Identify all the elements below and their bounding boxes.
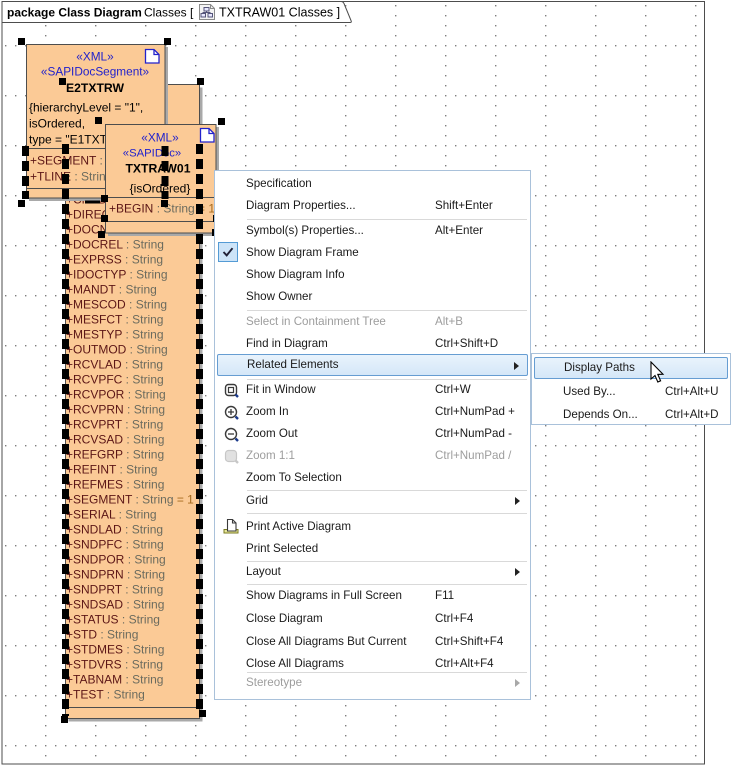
svg-text:+DOCREL : String: +DOCREL : String: [66, 237, 164, 251]
svg-text:«XML»: «XML»: [141, 131, 179, 145]
svg-text:+SNDLAD : String: +SNDLAD : String: [66, 522, 163, 536]
svg-text:«XML»: «XML»: [76, 50, 114, 64]
svg-text:+STATUS : String: +STATUS : String: [66, 612, 160, 626]
svg-text:+REFMES : String: +REFMES : String: [66, 477, 164, 491]
svg-text:+MESCOD : String: +MESCOD : String: [66, 297, 167, 311]
svg-text:+RCVSAD : String: +RCVSAD : String: [66, 432, 164, 446]
svg-text:isOrdered,: isOrdered,: [29, 117, 85, 131]
svg-text:+OUTMOD : String: +OUTMOD : String: [66, 342, 168, 356]
svg-text:+RCVLAD : String: +RCVLAD : String: [66, 357, 163, 371]
svg-text:package Class Diagram: package Class Diagram: [7, 6, 142, 20]
svg-text:+SNDPFC : String: +SNDPFC : String: [66, 537, 164, 551]
svg-text:+STDVRS : String: +STDVRS : String: [66, 657, 163, 671]
svg-text:+MESTYP : String: +MESTYP : String: [66, 327, 164, 341]
svg-text:+SERIAL : String: +SERIAL : String: [66, 507, 157, 521]
svg-text:+STD : String: +STD : String: [66, 627, 138, 641]
svg-text:+SNDPOR : String: +SNDPOR : String: [66, 552, 166, 566]
svg-text:E2TXTRW: E2TXTRW: [66, 81, 125, 95]
svg-text:+SNDSAD : String: +SNDSAD : String: [66, 597, 164, 611]
svg-text:TXTRAW01: TXTRAW01: [125, 162, 190, 176]
svg-text:+TEST : String: +TEST : String: [66, 687, 145, 701]
svg-text:{hierarchyLevel = "1",: {hierarchyLevel = "1",: [29, 101, 143, 115]
svg-text:+REFINT : String: +REFINT : String: [66, 462, 157, 476]
svg-text:+STDMES : String: +STDMES : String: [66, 642, 164, 656]
svg-text:TXTRAW01 Classes ]: TXTRAW01 Classes ]: [219, 6, 340, 20]
svg-text:+REFGRP : String: +REFGRP : String: [66, 447, 164, 461]
svg-text:+SEGMENT : String = 1: +SEGMENT : String = 1: [66, 492, 194, 506]
svg-text:+MESFCT : String: +MESFCT : String: [66, 312, 163, 326]
svg-text:«SAPIDocSegment»: «SAPIDocSegment»: [41, 65, 150, 79]
svg-text:+RCVPOR : String: +RCVPOR : String: [66, 387, 166, 401]
svg-text:+TABNAM : String: +TABNAM : String: [66, 672, 163, 686]
svg-text:+MANDT : String: +MANDT : String: [66, 282, 157, 296]
svg-text:+EXPRSS : String: +EXPRSS : String: [66, 252, 163, 266]
svg-text:+IDOCTYP : String: +IDOCTYP : String: [66, 267, 168, 281]
svg-text:Classes [: Classes [: [144, 6, 194, 20]
svg-text:+RCVPFC : String: +RCVPFC : String: [66, 372, 164, 386]
svg-text:+RCVPRN : String: +RCVPRN : String: [66, 402, 165, 416]
svg-text:+SNDPRN : String: +SNDPRN : String: [66, 567, 165, 581]
svg-text:+TLINE : String: +TLINE : String: [30, 170, 112, 184]
svg-text:{isOrdered}: {isOrdered}: [130, 182, 191, 196]
svg-text:+RCVPRT : String: +RCVPRT : String: [66, 417, 163, 431]
svg-text:+SNDPRT : String: +SNDPRT : String: [66, 582, 163, 596]
svg-text:«SAPIDoc»: «SAPIDoc»: [123, 148, 181, 160]
